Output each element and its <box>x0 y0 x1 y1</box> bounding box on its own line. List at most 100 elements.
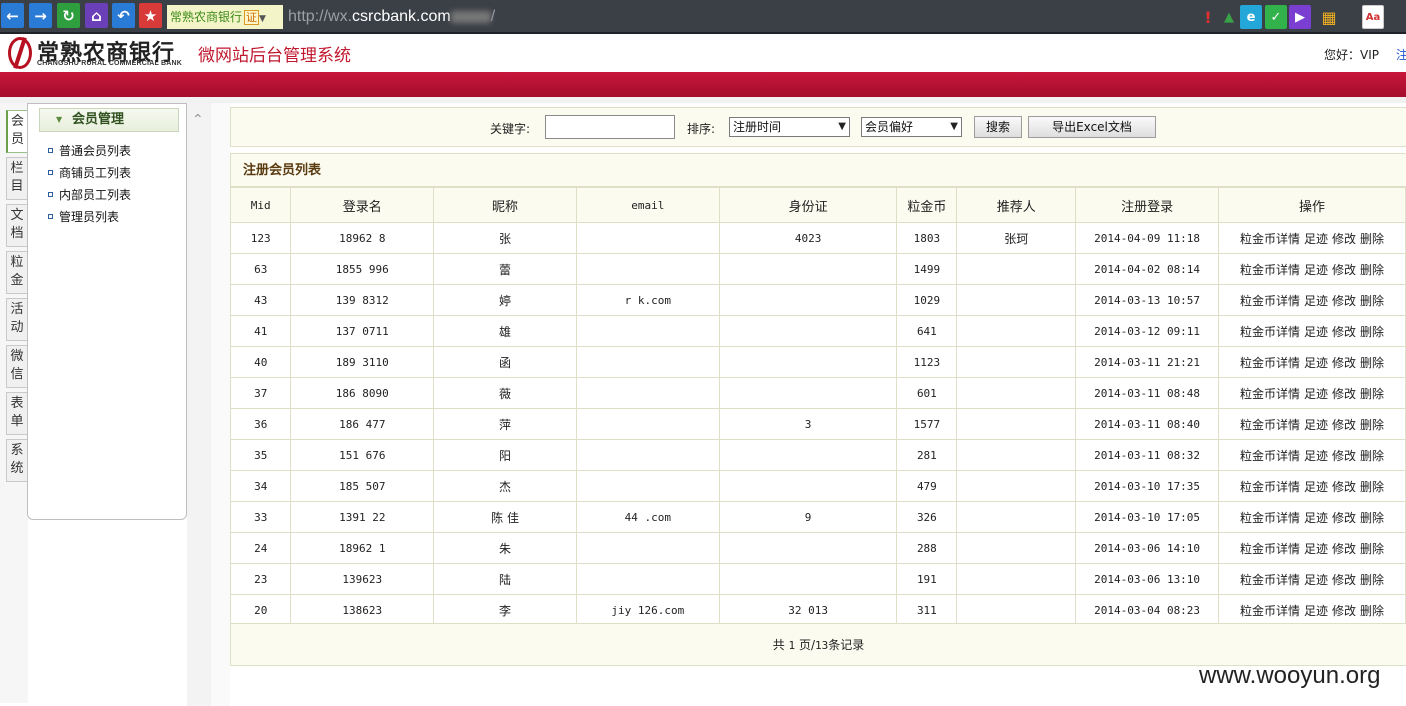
dropdown-arrow-icon: ▼ <box>950 121 958 132</box>
coin-detail-link[interactable]: 粒金币详情 <box>1240 294 1300 308</box>
cell-referrer <box>956 284 1077 316</box>
undo-icon[interactable]: ↶ <box>112 3 135 28</box>
menu-item-normal-members[interactable]: 普通会员列表 <box>48 142 131 159</box>
coin-detail-link[interactable]: 粒金币详情 <box>1240 449 1300 463</box>
footprint-link[interactable]: 足迹 <box>1304 418 1328 432</box>
delete-link[interactable]: 删除 <box>1360 418 1384 432</box>
home-icon[interactable]: ⌂ <box>85 3 108 28</box>
url-prefix: http://wx. <box>288 8 353 25</box>
tab-wechat[interactable]: 微信 <box>6 345 27 388</box>
footprint-link[interactable]: 足迹 <box>1304 449 1328 463</box>
play-icon[interactable]: ▶ <box>1289 5 1311 29</box>
delete-link[interactable]: 删除 <box>1360 449 1384 463</box>
edit-link[interactable]: 修改 <box>1332 325 1356 339</box>
delete-link[interactable]: 删除 <box>1360 511 1384 525</box>
menu-group-header[interactable]: ▼ 会员管理 <box>39 108 179 132</box>
footprint-link[interactable]: 足迹 <box>1304 294 1328 308</box>
search-button[interactable]: 搜索 <box>974 116 1022 138</box>
edit-link[interactable]: 修改 <box>1332 480 1356 494</box>
coin-detail-link[interactable]: 粒金币详情 <box>1240 573 1300 587</box>
edit-link[interactable]: 修改 <box>1332 387 1356 401</box>
preference-select[interactable]: 会员偏好 ▼ <box>861 117 962 137</box>
delete-link[interactable]: 删除 <box>1360 356 1384 370</box>
forward-icon[interactable]: → <box>29 3 52 28</box>
apps-grid-icon[interactable]: ▦ <box>1318 5 1340 29</box>
menu-item-shop-staff[interactable]: 商铺员工列表 <box>48 164 131 181</box>
delete-link[interactable]: 删除 <box>1360 604 1384 618</box>
coin-detail-link[interactable]: 粒金币详情 <box>1240 232 1300 246</box>
coin-detail-link[interactable]: 粒金币详情 <box>1240 542 1300 556</box>
edit-link[interactable]: 修改 <box>1332 263 1356 277</box>
tab-coins[interactable]: 粒金 <box>6 251 27 294</box>
cell-id-card <box>718 470 898 502</box>
edit-link[interactable]: 修改 <box>1332 294 1356 308</box>
coin-detail-link[interactable]: 粒金币详情 <box>1240 263 1300 277</box>
tab-system[interactable]: 系统 <box>6 439 27 482</box>
coin-detail-link[interactable]: 粒金币详情 <box>1240 511 1300 525</box>
coin-detail-link[interactable]: 粒金币详情 <box>1240 356 1300 370</box>
footprint-link[interactable]: 足迹 <box>1304 356 1328 370</box>
coin-detail-link[interactable]: 粒金币详情 <box>1240 604 1300 618</box>
tab-activities[interactable]: 活动 <box>6 298 27 341</box>
edit-link[interactable]: 修改 <box>1332 356 1356 370</box>
menu-item-internal-staff[interactable]: 内部员工列表 <box>48 186 131 203</box>
delete-link[interactable]: 删除 <box>1360 480 1384 494</box>
footprint-link[interactable]: 足迹 <box>1304 542 1328 556</box>
cell-registered: 2014-03-13 10:57 <box>1075 284 1220 316</box>
cell-coins: 1499 <box>896 253 958 285</box>
delete-link[interactable]: 删除 <box>1360 542 1384 556</box>
footprint-link[interactable]: 足迹 <box>1304 325 1328 339</box>
delete-link[interactable]: 删除 <box>1360 325 1384 339</box>
address-bar[interactable]: http://wx.csrcbank.com / <box>283 5 1193 29</box>
cell-referrer <box>956 346 1077 378</box>
edit-link[interactable]: 修改 <box>1332 573 1356 587</box>
refresh-icon[interactable]: ↻ <box>57 3 80 28</box>
delete-link[interactable]: 删除 <box>1360 232 1384 246</box>
export-excel-button[interactable]: 导出Excel文档 <box>1028 116 1156 138</box>
tab-documents[interactable]: 文档 <box>6 204 27 247</box>
footprint-link[interactable]: 足迹 <box>1304 232 1328 246</box>
edit-link[interactable]: 修改 <box>1332 604 1356 618</box>
alert-icon[interactable]: ! <box>1197 5 1219 29</box>
footprint-link[interactable]: 足迹 <box>1304 263 1328 277</box>
favorite-star-icon[interactable]: ★ <box>139 3 162 28</box>
cell-referrer <box>956 377 1077 409</box>
menu-item-admins[interactable]: 管理员列表 <box>48 208 119 225</box>
keyword-input[interactable] <box>545 115 675 139</box>
tab-forms[interactable]: 表单 <box>6 392 27 435</box>
footprint-link[interactable]: 足迹 <box>1304 573 1328 587</box>
tab-columns[interactable]: 栏目 <box>6 157 27 200</box>
extension-icon[interactable]: ▲ <box>1218 5 1240 29</box>
footprint-link[interactable]: 足迹 <box>1304 480 1328 494</box>
delete-link[interactable]: 删除 <box>1360 387 1384 401</box>
delete-link[interactable]: 删除 <box>1360 263 1384 277</box>
browser-e-icon[interactable]: e <box>1240 5 1262 29</box>
coin-detail-link[interactable]: 粒金币详情 <box>1240 325 1300 339</box>
coin-detail-link[interactable]: 粒金币详情 <box>1240 480 1300 494</box>
delete-link[interactable]: 删除 <box>1360 573 1384 587</box>
coin-detail-link[interactable]: 粒金币详情 <box>1240 418 1300 432</box>
delete-link[interactable]: 删除 <box>1360 294 1384 308</box>
cell-email <box>575 222 720 254</box>
logo-en-text: CHANGSHU RURAL COMMERCIAL BANK <box>37 60 182 67</box>
cell-id-card: 4023 <box>718 222 898 254</box>
footprint-link[interactable]: 足迹 <box>1304 604 1328 618</box>
tab-members[interactable]: 会员 <box>6 110 27 153</box>
reader-icon[interactable]: Aa <box>1362 5 1384 29</box>
back-icon[interactable]: ← <box>1 3 24 28</box>
coin-detail-link[interactable]: 粒金币详情 <box>1240 387 1300 401</box>
pager-mid: 页/ <box>798 638 816 652</box>
footprint-link[interactable]: 足迹 <box>1304 387 1328 401</box>
site-identity-badge[interactable]: 常熟农商银行证 ▼ <box>167 5 283 29</box>
logout-link[interactable]: 注 <box>1396 46 1406 63</box>
edit-link[interactable]: 修改 <box>1332 449 1356 463</box>
edit-link[interactable]: 修改 <box>1332 418 1356 432</box>
edit-link[interactable]: 修改 <box>1332 542 1356 556</box>
footprint-link[interactable]: 足迹 <box>1304 511 1328 525</box>
sort-select[interactable]: 注册时间 ▼ <box>729 117 850 137</box>
edit-link[interactable]: 修改 <box>1332 511 1356 525</box>
edit-link[interactable]: 修改 <box>1332 232 1356 246</box>
collapse-chevron-up-icon[interactable]: ⌃ <box>192 112 204 128</box>
check-shield-icon[interactable]: ✓ <box>1265 5 1287 29</box>
site-header: 常熟农商银行 CHANGSHU RURAL COMMERCIAL BANK 微网… <box>0 36 1406 72</box>
